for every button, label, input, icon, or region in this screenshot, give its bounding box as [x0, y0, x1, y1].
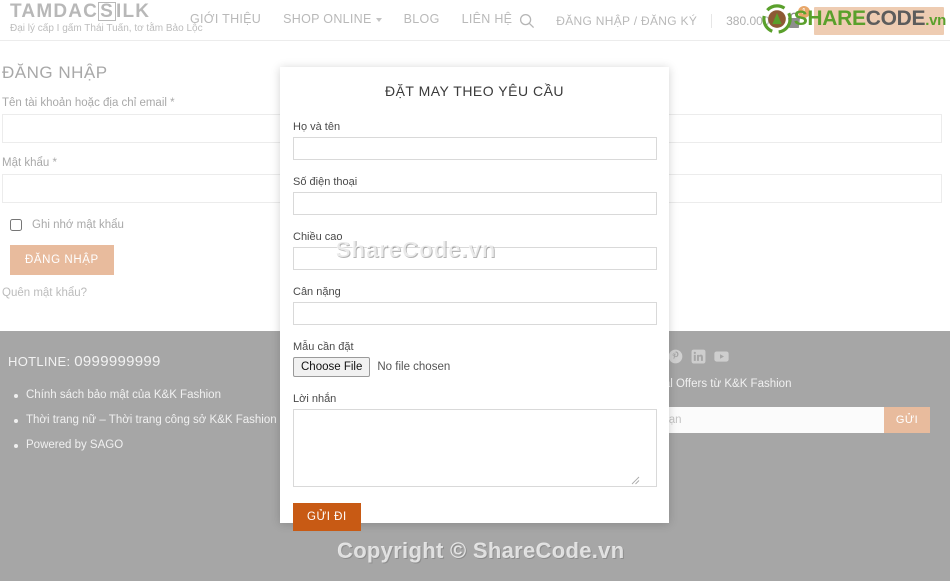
page-root: TAMDAC S ILK Đại lý cấp I gấm Thái Tuấn, t… — [0, 0, 950, 581]
nav-label: SHOP ONLINE — [283, 12, 372, 26]
hotline-label: HOTLINE: — [8, 354, 75, 369]
cart-count-badge: 1 — [798, 5, 810, 18]
message-textarea[interactable] — [293, 409, 657, 487]
sample-file-label: Mẫu cần đặt — [293, 341, 354, 353]
phone-label: Số điện thoại — [293, 176, 358, 188]
message-label: Lời nhắn — [293, 393, 337, 405]
nav-item-shop-online[interactable]: SHOP ONLINE — [283, 12, 382, 26]
brand-text-boxed: S — [98, 1, 116, 22]
nav-label: LIÊN HỆ — [461, 12, 513, 26]
custom-order-modal: ĐẶT MAY THEO YÊU CẦU Họ và tên Số điện t… — [280, 67, 669, 531]
chevron-down-icon — [375, 17, 382, 22]
modal-submit-button[interactable]: GỬI ĐI — [293, 503, 361, 531]
modal-title: ĐẶT MAY THEO YÊU CẦU — [384, 83, 565, 99]
height-input[interactable] — [293, 247, 657, 270]
phone-input[interactable] — [293, 192, 657, 215]
nav-label: BLOG — [403, 12, 440, 26]
nav-item-lien-he[interactable]: LIÊN HỆ — [462, 12, 513, 26]
header-promo-button[interactable] — [814, 6, 944, 35]
brand-tagline: Đại lý cấp I gấm Thái Tuấn, tơ tằm Bảo L… — [10, 23, 203, 34]
cart-widget[interactable]: 380.000 ₫ 1 — [726, 5, 810, 31]
footer-link-list: Chính sách bảo mật của K&K Fashion Thời … — [8, 383, 305, 458]
brand-wordmark: TAMDAC S ILK — [10, 2, 190, 22]
hotline-number: 0999999999 — [74, 353, 161, 370]
login-register-link[interactable]: ĐĂNG NHẬP / ĐĂNG KÝ — [556, 13, 713, 28]
brand-text-part2: ILK — [115, 1, 151, 22]
message-field-wrap — [293, 409, 657, 487]
site-header: TAMDAC S ILK Đại lý cấp I gấm Thái Tuấn, t… — [0, 0, 950, 41]
footer-hotline: HOTLINE: 0999999999 — [8, 353, 161, 370]
footer-link-label: Thời trang nữ – Thời trang công sở K&K F… — [26, 414, 306, 426]
weight-input[interactable] — [293, 302, 657, 325]
cart-total-price: 380.000 ₫ — [726, 13, 779, 28]
list-item[interactable]: Chính sách bảo mật của K&K Fashion — [13, 383, 305, 408]
choose-file-button[interactable]: Choose File — [293, 357, 371, 377]
file-status-text: No file chosen — [377, 361, 451, 373]
footer-link-label: Powered by SAGO — [26, 439, 124, 451]
header-right-group: ĐĂNG NHẬP / ĐĂNG KÝ 380.000 ₫ 1 — [512, 0, 944, 41]
remember-me-label: Ghi nhớ mật khẩu — [32, 219, 124, 231]
search-icon[interactable] — [512, 6, 542, 36]
height-label: Chiều cao — [293, 231, 343, 243]
list-item[interactable]: Powered by SAGO — [13, 433, 305, 458]
nav-item-gioi-thieu[interactable]: GIỚI THIỆU — [190, 12, 261, 26]
file-upload-row: Choose File No file chosen — [293, 357, 656, 377]
shopping-bag-icon[interactable]: 1 — [784, 5, 810, 31]
pinterest-icon[interactable] — [668, 349, 683, 364]
remember-me-checkbox[interactable] — [10, 219, 22, 231]
login-submit-button[interactable]: ĐĂNG NHẬP — [10, 245, 114, 275]
nav-item-blog[interactable]: BLOG — [404, 12, 440, 26]
fullname-input[interactable] — [293, 137, 657, 160]
newsletter-submit-button[interactable]: GỬI — [884, 407, 930, 433]
modal-body: Họ và tên Số điện thoại Chiều cao Cân nặ… — [280, 121, 669, 531]
weight-label: Cân nặng — [293, 286, 341, 298]
fullname-label: Họ và tên — [293, 121, 341, 133]
main-nav: GIỚI THIỆU SHOP ONLINE BLOG LIÊN HỆ — [190, 12, 512, 26]
linkedin-icon[interactable] — [691, 349, 706, 364]
brand-logo[interactable]: TAMDAC S ILK Đại lý cấp I gấm Thái Tuấn, t… — [10, 2, 203, 35]
list-item[interactable]: Thời trang nữ – Thời trang công sở K&K F… — [13, 408, 306, 433]
nav-label: GIỚI THIỆU — [190, 12, 262, 26]
brand-text-part1: TAMDAC — [10, 1, 99, 22]
footer-link-label: Chính sách bảo mật của K&K Fashion — [26, 389, 221, 401]
youtube-icon[interactable] — [714, 349, 729, 364]
